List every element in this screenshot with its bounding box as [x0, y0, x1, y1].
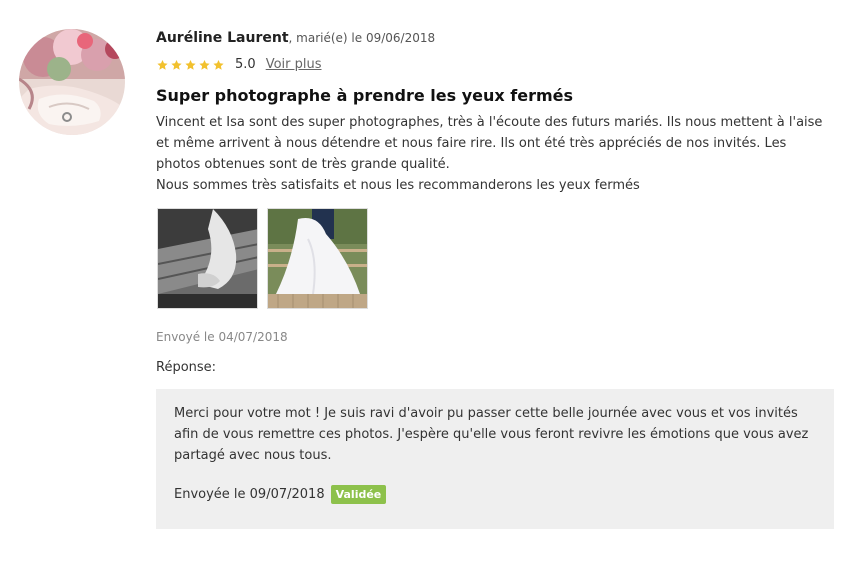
review-photo-thumbnail[interactable] — [267, 208, 368, 309]
author-wedding-date: , marié(e) le 09/06/2018 — [288, 31, 436, 45]
rating-score: 5.0 — [235, 57, 256, 72]
reviewer-avatar — [19, 29, 125, 135]
author-name: Auréline Laurent — [156, 30, 289, 46]
review-photo-thumbnail[interactable] — [157, 208, 258, 309]
reply-text: Merci pour votre mot ! Je suis ravi d'av… — [174, 406, 809, 463]
star-rating — [156, 59, 225, 71]
review-title: Super photographe à prendre les yeux fer… — [156, 86, 574, 105]
review-body: Vincent et Isa sont des super photograph… — [156, 112, 828, 196]
reply-label: Réponse: — [156, 360, 217, 375]
see-more-link[interactable]: Voir plus — [266, 57, 322, 72]
star-icon — [185, 59, 196, 70]
status-badge: Validée — [330, 485, 387, 504]
star-icon — [171, 59, 182, 70]
star-icon — [213, 59, 224, 70]
review-body-paragraph: Vincent et Isa sont des super photograph… — [156, 115, 823, 172]
author-line: Auréline Laurent, marié(e) le 09/06/2018 — [156, 30, 435, 46]
reply-box: Merci pour votre mot ! Je suis ravi d'av… — [156, 389, 834, 529]
reply-sent-date: Envoyée le 09/07/2018 — [174, 487, 325, 502]
review-photos — [157, 208, 368, 309]
star-icon — [157, 59, 168, 70]
star-icon — [199, 59, 210, 70]
reply-footer: Envoyée le 09/07/2018 Validée — [174, 485, 387, 504]
review-body-paragraph: Nous sommes très satisfaits et nous les … — [156, 178, 640, 193]
rating-line: 5.0 Voir plus — [156, 57, 322, 72]
review-sent-date: Envoyé le 04/07/2018 — [156, 330, 288, 344]
